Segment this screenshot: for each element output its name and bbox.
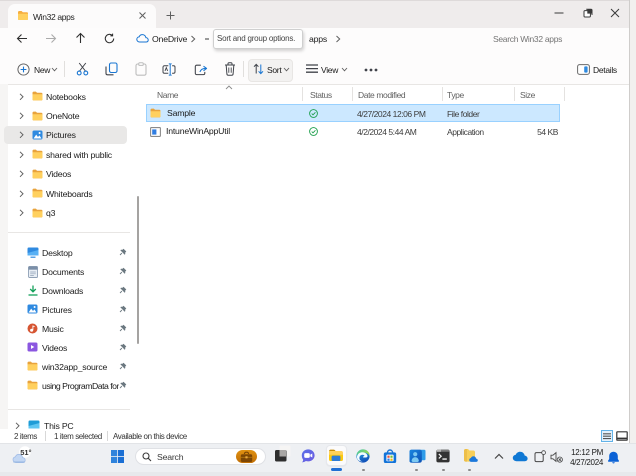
svg-text:51°: 51° <box>20 448 31 457</box>
